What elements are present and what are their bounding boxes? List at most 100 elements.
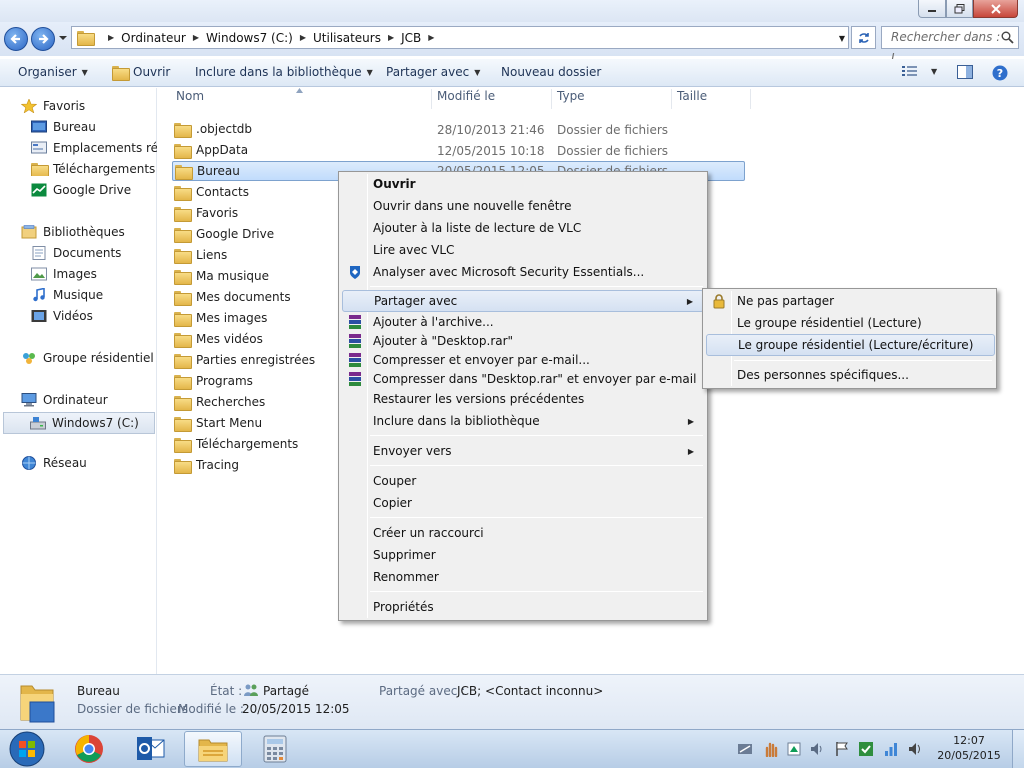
breadcrumb-jcb[interactable]: JCB ▶: [401, 31, 441, 45]
file-row[interactable]: Parties enregistrées: [174, 350, 315, 370]
back-button[interactable]: [4, 27, 28, 51]
minimize-button[interactable]: [918, 0, 946, 18]
nav-bibliotheques[interactable]: Bibliothèques: [21, 225, 125, 239]
column-header-type[interactable]: Type: [557, 89, 585, 103]
file-row[interactable]: Favoris: [174, 203, 238, 223]
speaker-icon[interactable]: [907, 741, 923, 757]
file-row[interactable]: Contacts: [174, 182, 249, 202]
file-row[interactable]: Liens: [174, 245, 227, 265]
show-desktop-button[interactable]: [1012, 730, 1024, 768]
documents-icon: [32, 246, 46, 260]
nav-bureau[interactable]: Bureau: [31, 120, 96, 134]
column-header-modifie-le[interactable]: Modifié le: [437, 89, 495, 103]
volume-icon[interactable]: [809, 741, 825, 757]
menu-proprietes[interactable]: Propriétés: [342, 596, 704, 618]
folder-icon: [175, 164, 193, 180]
menu-ouvrir[interactable]: Ouvrir: [342, 173, 704, 195]
taskbar-clock[interactable]: 12:07 20/05/2015: [928, 733, 1010, 763]
nav-musique[interactable]: Musique: [31, 288, 103, 302]
nav-windows7-drive[interactable]: Windows7 (C:): [3, 412, 155, 434]
view-options-button[interactable]: ▼: [902, 65, 937, 77]
recent-pages-dropdown[interactable]: [58, 33, 68, 43]
tray-hand-icon[interactable]: [763, 741, 779, 757]
submenu-groupe-lecture[interactable]: Le groupe résidentiel (Lecture): [706, 312, 995, 334]
file-row[interactable]: Google Drive: [174, 224, 274, 244]
menu-partager-avec[interactable]: Partager avec ▶: [342, 290, 704, 312]
menu-creer-raccourci[interactable]: Créer un raccourci: [342, 522, 704, 544]
menu-vlc-ajouter-liste[interactable]: Ajouter à la liste de lecture de VLC: [342, 217, 704, 239]
taskbar-chrome[interactable]: [60, 731, 118, 767]
menu-lire-vlc[interactable]: Lire avec VLC: [342, 239, 704, 261]
nav-reseau[interactable]: Réseau: [21, 456, 87, 470]
menu-compresser-desktop-email[interactable]: Compresser dans "Desktop.rar" et envoyer…: [342, 368, 704, 390]
menu-inclure-bibliotheque[interactable]: Inclure dans la bibliothèque ▶: [342, 410, 704, 432]
file-row[interactable]: Programs: [174, 371, 253, 391]
file-row[interactable]: Mes images: [174, 308, 267, 328]
folder-icon: [174, 437, 192, 453]
taskbar-outlook[interactable]: [122, 731, 180, 767]
preview-pane-button[interactable]: [957, 65, 973, 79]
breadcrumb-ordinateur[interactable]: Ordinateur ▶: [121, 31, 206, 45]
file-row[interactable]: AppData: [174, 140, 248, 160]
nav-videos[interactable]: Vidéos: [31, 309, 93, 323]
nav-emplacements-recents[interactable]: Emplacements récer: [31, 141, 157, 155]
file-row[interactable]: Mes vidéos: [174, 329, 263, 349]
help-button[interactable]: ?: [992, 65, 1008, 81]
menu-couper[interactable]: Couper: [342, 470, 704, 492]
details-etat-label: État :: [210, 684, 243, 698]
menu-analyser-mse[interactable]: Analyser avec Microsoft Security Essenti…: [342, 261, 704, 283]
column-header-nom[interactable]: Nom: [176, 89, 204, 103]
nav-favoris[interactable]: Favoris: [21, 99, 85, 113]
menu-renommer[interactable]: Renommer: [342, 566, 704, 588]
organiser-button[interactable]: Organiser ▼: [18, 65, 88, 79]
taskbar-calculator[interactable]: [246, 731, 304, 767]
menu-envoyer-vers[interactable]: Envoyer vers ▶: [342, 440, 704, 462]
menu-ouvrir-nouvelle-fenetre[interactable]: Ouvrir dans une nouvelle fenêtre: [342, 195, 704, 217]
nouveau-dossier-button[interactable]: Nouveau dossier: [501, 65, 601, 79]
sync-icon[interactable]: [858, 741, 874, 757]
refresh-button[interactable]: [851, 26, 876, 49]
submenu-personnes-specifiques[interactable]: Des personnes spécifiques...: [706, 364, 995, 386]
file-row[interactable]: .objectdb: [174, 119, 252, 139]
details-modifie-label: Modifié le :: [178, 702, 244, 716]
nav-ordinateur[interactable]: Ordinateur: [21, 393, 108, 407]
action-center-flag-icon[interactable]: [834, 741, 850, 757]
drive-icon: [30, 417, 46, 430]
nav-images[interactable]: Images: [31, 267, 97, 281]
outlook-icon: [137, 737, 165, 760]
menu-restaurer-versions[interactable]: Restaurer les versions précédentes: [342, 388, 704, 410]
file-row[interactable]: Téléchargements: [174, 434, 298, 454]
menu-supprimer[interactable]: Supprimer: [342, 544, 704, 566]
column-header-taille[interactable]: Taille: [677, 89, 707, 103]
tray-google-drive-icon[interactable]: [786, 741, 802, 757]
ouvrir-button[interactable]: Ouvrir: [112, 65, 170, 81]
nav-google-drive[interactable]: Google Drive: [31, 183, 131, 197]
nav-telechargements[interactable]: Téléchargements: [31, 162, 155, 176]
taskbar-explorer[interactable]: [184, 731, 242, 767]
nav-groupe-residentiel[interactable]: Groupe résidentiel: [21, 351, 154, 365]
file-row[interactable]: Recherches: [174, 392, 265, 412]
folder-icon: [174, 332, 192, 348]
nav-documents[interactable]: Documents: [31, 246, 121, 260]
address-history-dropdown[interactable]: ▼: [839, 34, 845, 43]
submenu-groupe-lecture-ecriture[interactable]: Le groupe résidentiel (Lecture/écriture): [706, 334, 995, 356]
start-button[interactable]: [0, 731, 54, 767]
network-tray-icon[interactable]: [883, 741, 899, 757]
maximize-button[interactable]: [946, 0, 973, 18]
menu-copier[interactable]: Copier: [342, 492, 704, 514]
file-row[interactable]: Ma musique: [174, 266, 269, 286]
file-row[interactable]: Start Menu: [174, 413, 262, 433]
inclure-bibliotheque-button[interactable]: Inclure dans la bibliothèque ▼: [195, 65, 373, 79]
breadcrumb-windows7[interactable]: Windows7 (C:) ▶: [206, 31, 313, 45]
partager-avec-button[interactable]: Partager avec ▼: [386, 65, 480, 79]
tray-app-icon[interactable]: [737, 741, 753, 757]
file-row[interactable]: Mes documents: [174, 287, 291, 307]
address-bar[interactable]: ▶ Ordinateur ▶ Windows7 (C:) ▶ Utilisateur…: [71, 26, 849, 49]
breadcrumb-utilisateurs[interactable]: Utilisateurs ▶: [313, 31, 401, 45]
search-input[interactable]: Rechercher dans : J...: [881, 26, 1019, 65]
submenu-ne-pas-partager[interactable]: Ne pas partager: [706, 290, 995, 312]
file-row[interactable]: Tracing: [174, 455, 239, 475]
forward-button[interactable]: [31, 27, 55, 51]
music-note-icon: [33, 288, 45, 302]
close-button[interactable]: [973, 0, 1018, 18]
